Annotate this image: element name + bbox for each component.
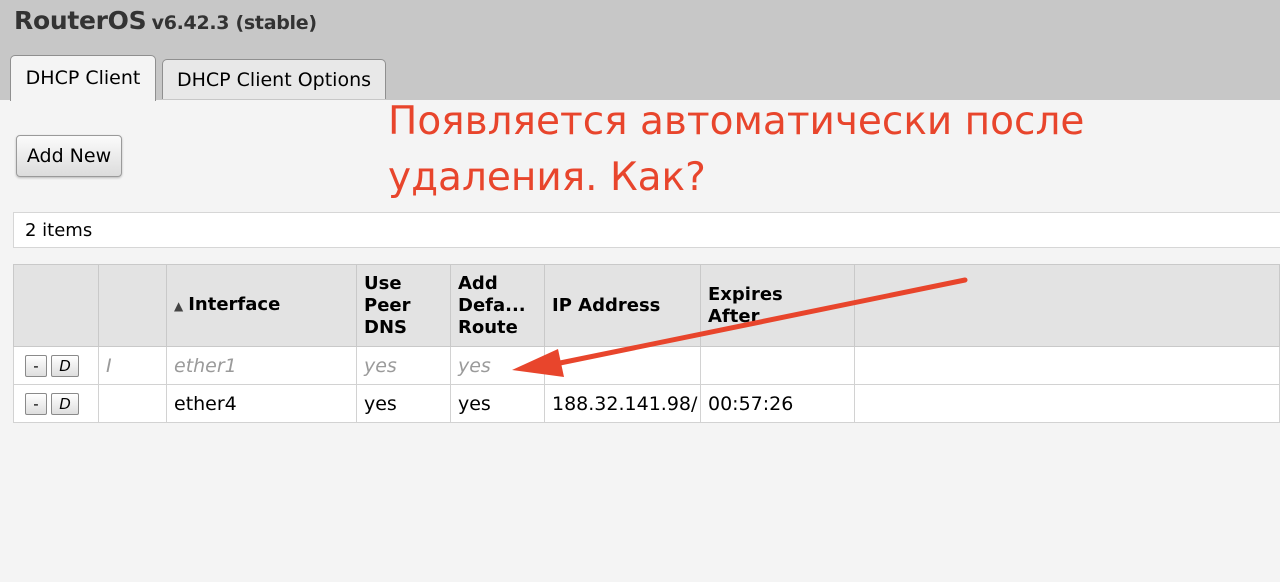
cell-filler bbox=[854, 346, 1280, 385]
header-line: Use bbox=[364, 272, 402, 294]
header-expires-after[interactable]: Expires After bbox=[700, 264, 855, 347]
app-title: RouterOS v6.42.3 (stable) bbox=[14, 6, 317, 35]
app-header: RouterOS v6.42.3 (stable) DHCP Client DH… bbox=[0, 0, 1280, 101]
header-use-peer-dns[interactable]: Use Peer DNS bbox=[356, 264, 451, 347]
header-add-default-route[interactable]: Add Defa... Route bbox=[450, 264, 545, 347]
cell-interface[interactable]: ether1 bbox=[166, 346, 357, 385]
cell-use-peer-dns: yes bbox=[356, 384, 451, 423]
tab-dhcp-client[interactable]: DHCP Client bbox=[10, 55, 156, 101]
cell-filler bbox=[854, 384, 1280, 423]
table-row[interactable]: -D I ether1 yes yes bbox=[13, 346, 1280, 385]
annotation-line-2: удаления. Как? bbox=[388, 155, 706, 200]
header-ip-address[interactable]: IP Address bbox=[544, 264, 701, 347]
header-line: Defa... bbox=[458, 294, 526, 316]
app-brand: RouterOS bbox=[14, 6, 147, 35]
annotation-text: Появляется автоматически после удаления.… bbox=[388, 94, 1188, 206]
disable-button[interactable]: D bbox=[51, 354, 79, 377]
header-line: Route bbox=[458, 316, 518, 338]
row-actions: -D bbox=[13, 384, 99, 423]
table-header-row: ▲ Interface Use Peer DNS Add Defa... Rout… bbox=[13, 264, 1280, 347]
add-new-button[interactable]: Add New bbox=[16, 135, 122, 177]
sort-ascending-icon: ▲ bbox=[174, 299, 184, 313]
remove-button[interactable]: - bbox=[25, 354, 47, 377]
cell-ip-address: 188.32.141.98/ bbox=[544, 384, 701, 423]
header-interface[interactable]: ▲ Interface bbox=[166, 264, 357, 347]
cell-use-peer-dns: yes bbox=[356, 346, 451, 385]
dhcp-client-table: ▲ Interface Use Peer DNS Add Defa... Rout… bbox=[13, 264, 1280, 423]
row-flag bbox=[98, 384, 167, 423]
table-row[interactable]: -D ether4 yes yes 188.32.141.98/ 00:57:2… bbox=[13, 384, 1280, 423]
app-version: v6.42.3 (stable) bbox=[151, 12, 317, 34]
annotation-line-1: Появляется автоматически после bbox=[388, 99, 1085, 144]
header-actions bbox=[13, 264, 99, 347]
cell-expires-after: 00:57:26 bbox=[700, 384, 855, 423]
header-filler bbox=[854, 264, 1280, 347]
tab-dhcp-client-options[interactable]: DHCP Client Options bbox=[162, 59, 386, 99]
row-actions: -D bbox=[13, 346, 99, 385]
header-interface-label: Interface bbox=[188, 294, 281, 315]
cell-interface[interactable]: ether4 bbox=[166, 384, 357, 423]
cell-add-default-route: yes bbox=[450, 384, 545, 423]
cell-ip-address bbox=[544, 346, 701, 385]
header-line: After bbox=[708, 305, 760, 327]
header-line: DNS bbox=[364, 316, 407, 338]
header-line: Expires bbox=[708, 283, 783, 305]
cell-expires-after bbox=[700, 346, 855, 385]
header-line: Add bbox=[458, 272, 498, 294]
item-count: 2 items bbox=[13, 212, 1280, 248]
header-flags bbox=[98, 264, 167, 347]
cell-add-default-route: yes bbox=[450, 346, 545, 385]
disable-button[interactable]: D bbox=[51, 392, 79, 415]
row-flag: I bbox=[98, 346, 167, 385]
remove-button[interactable]: - bbox=[25, 392, 47, 415]
header-line: Peer bbox=[364, 294, 411, 316]
